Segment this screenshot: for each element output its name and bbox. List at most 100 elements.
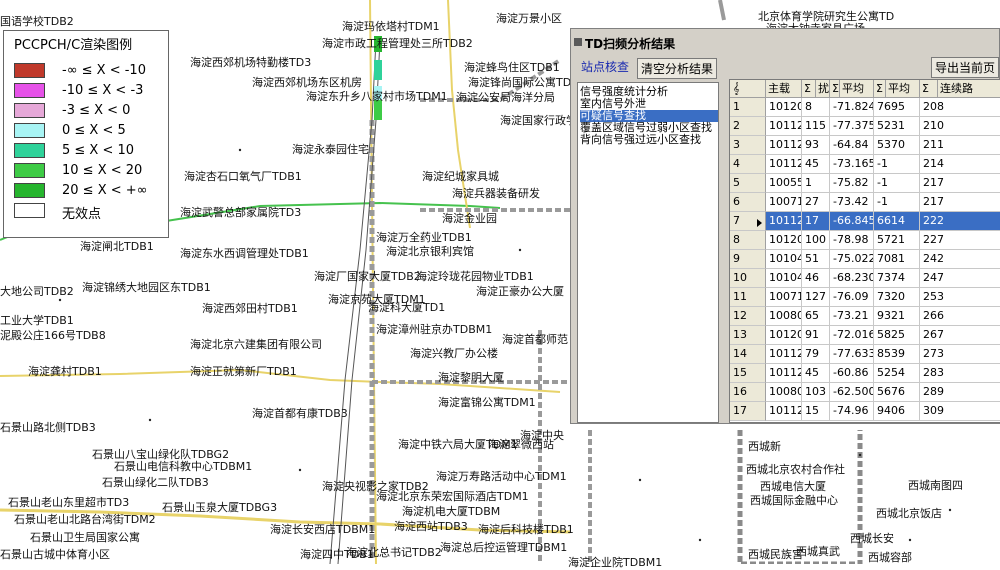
table-row[interactable]: 7 10112 17 -66.845 6614 222 xyxy=(730,212,1000,233)
grid-column-header[interactable]: Σ xyxy=(802,80,816,98)
table-cell: 214 xyxy=(920,155,1000,174)
table-cell: 93 xyxy=(802,136,830,155)
legend-label: -3 ≤ X < 0 xyxy=(62,103,131,118)
table-row[interactable]: 11 10071 127 -76.09 7320 253 xyxy=(730,288,1000,309)
export-page-button[interactable]: 导出当前页 xyxy=(931,57,1000,78)
map-site-label: 海淀西郊田村TDB1 xyxy=(202,302,298,315)
row-number: 9 xyxy=(730,250,766,269)
table-cell: 253 xyxy=(920,288,1000,307)
table-cell: 46 xyxy=(802,269,830,288)
grid-column-header[interactable]: Σ xyxy=(830,80,840,98)
grid-column-header[interactable]: 平均 xyxy=(886,80,920,98)
table-cell: 10055 xyxy=(766,174,802,193)
table-row[interactable]: 6 10071 27 -73.42 -1 217 xyxy=(730,193,1000,214)
td-scan-result-dialog[interactable]: TD扫频分析结果 站点核查 清空分析结果 导出当前页 信号强度统计分析 室内信号外… xyxy=(570,28,1000,424)
table-cell: 10071 xyxy=(766,288,802,307)
tab-site-check[interactable]: 站点核查 xyxy=(581,58,629,75)
table-cell: -72.016 xyxy=(830,326,874,345)
table-row[interactable]: 1 10120 8 -71.824 7695 208 xyxy=(730,98,1000,119)
table-cell: 17 xyxy=(802,212,830,231)
map-site-label: 海淀北京六建集团有限公司 xyxy=(190,338,322,351)
table-row[interactable]: 9 10104 51 -75.022 7081 242 xyxy=(730,250,1000,271)
table-row[interactable]: 4 10112 45 -73.165 -1 214 xyxy=(730,155,1000,176)
row-number: 2 xyxy=(730,117,766,136)
map-site-label: 西城容部 xyxy=(868,551,912,564)
dialog-titlebar[interactable]: TD扫频分析结果 xyxy=(571,29,999,56)
table-cell: 10104 xyxy=(766,269,802,288)
legend-item: 5 ≤ X < 10 xyxy=(14,142,164,160)
table-cell: 8539 xyxy=(874,345,920,364)
grid-column-header[interactable]: 平均 xyxy=(840,80,874,98)
row-number: 13 xyxy=(730,326,766,345)
map-site-label: 海淀锦绣大地园区东TDB1 xyxy=(82,281,211,294)
map-site-label: 海淀金业园 xyxy=(442,212,497,225)
row-number: 8 xyxy=(730,231,766,250)
table-row[interactable]: 17 10112 15 -74.96 9406 309 xyxy=(730,402,1000,422)
table-cell: 217 xyxy=(920,174,1000,193)
legend-label: 20 ≤ X < +∞ xyxy=(62,183,148,198)
legend-swatch xyxy=(14,103,45,118)
row-number: 12 xyxy=(730,307,766,326)
legend-item: 20 ≤ X < +∞ xyxy=(14,182,164,200)
grid-column-header[interactable]: Σ xyxy=(920,80,938,98)
table-cell: 127 xyxy=(802,288,830,307)
map-site-label: 西城南图四 xyxy=(908,479,963,492)
table-cell: 289 xyxy=(920,383,1000,402)
table-cell: 5825 xyxy=(874,326,920,345)
clear-results-button[interactable]: 清空分析结果 xyxy=(637,58,718,79)
map-site-label: 西城长安 xyxy=(850,532,894,545)
table-row[interactable]: 14 10112 79 -77.633 8539 273 xyxy=(730,345,1000,366)
table-row[interactable]: 2 10112 115 -77.375 5231 210 xyxy=(730,117,1000,138)
table-cell: 10112 xyxy=(766,364,802,383)
row-number: 3 xyxy=(730,136,766,155)
legend-item: -∞ ≤ X < -10 xyxy=(14,62,164,80)
analysis-list-item[interactable]: 背向信号强过远小区查找 xyxy=(580,134,718,146)
table-cell: 5721 xyxy=(874,231,920,250)
analysis-type-list[interactable]: 信号强度统计分析 室内信号外泄 可疑信号查找 覆盖区域信号过弱小区查找 背向信号强过远小… xyxy=(577,82,719,423)
grid-column-header[interactable]: 扰 xyxy=(816,80,830,98)
map-site-label: 海淀北总书记TDB2 xyxy=(346,546,442,559)
table-row[interactable]: 16 10080 103 -62.500 5676 289 xyxy=(730,383,1000,404)
row-number: 5 xyxy=(730,174,766,193)
map-site-label: 海淀兴教厂办公楼 xyxy=(410,347,498,360)
legend-swatch xyxy=(14,183,45,198)
table-row[interactable]: 5 10055 1 -75.82 -1 217 xyxy=(730,174,1000,195)
row-number: 16 xyxy=(730,383,766,402)
legend-swatch xyxy=(14,143,45,158)
map-site-label: 海淀东升乡八家村市场TDM1 xyxy=(306,90,448,103)
table-cell: 10071 xyxy=(766,193,802,212)
results-grid[interactable]: 𝄞 主载 Σ 扰 Σ 平均 Σ 平均 Σ 连续路 1 10120 8 -71.824 7695 208 2 10… xyxy=(729,79,1000,423)
table-cell: 27 xyxy=(802,193,830,212)
grid-column-header[interactable]: 主载 xyxy=(766,80,802,98)
table-cell: 5676 xyxy=(874,383,920,402)
table-cell: -73.21 xyxy=(830,307,874,326)
map-site-label: 海淀富锦公寓TDM1 xyxy=(438,396,536,409)
row-number: 1 xyxy=(730,98,766,117)
table-row[interactable]: 13 10120 91 -72.016 5825 267 xyxy=(730,326,1000,347)
table-row[interactable]: 10 10104 46 -68.230 7374 247 xyxy=(730,269,1000,290)
table-cell: 5254 xyxy=(874,364,920,383)
table-row[interactable]: 12 10080 65 -73.21 9321 266 xyxy=(730,307,1000,328)
table-cell: 15 xyxy=(802,402,830,421)
table-cell: 45 xyxy=(802,364,830,383)
table-cell: -75.82 xyxy=(830,174,874,193)
legend-item: -3 ≤ X < 0 xyxy=(14,102,164,120)
grid-corner-icon[interactable]: 𝄞 xyxy=(730,80,766,98)
table-row[interactable]: 3 10112 93 -64.84 5370 211 xyxy=(730,136,1000,157)
grid-column-header[interactable]: 连续路 xyxy=(938,80,1000,98)
table-row[interactable]: 8 10120 100 -78.98 5721 227 xyxy=(730,231,1000,252)
map-site-label: 海淀东水西调管理处TDB1 xyxy=(180,247,309,260)
table-cell: 10112 xyxy=(766,212,802,231)
map-site-label: 石景山路北侧TDB3 xyxy=(0,421,96,434)
map-site-label: 海淀蜂鸟住区TDB1 xyxy=(464,61,560,74)
map-site-label: 海淀翠微西站 xyxy=(488,438,554,451)
table-cell: 5231 xyxy=(874,117,920,136)
row-number: 10 xyxy=(730,269,766,288)
grid-column-header[interactable]: Σ xyxy=(874,80,886,98)
map-site-label: 海淀万寿路活动中心TDM1 xyxy=(436,470,567,483)
legend-label: -∞ ≤ X < -10 xyxy=(62,63,146,78)
table-cell: 227 xyxy=(920,231,1000,250)
table-row[interactable]: 15 10112 45 -60.86 5254 283 xyxy=(730,364,1000,385)
table-cell: 211 xyxy=(920,136,1000,155)
map-site-label: 海淀龚村TDB1 xyxy=(28,365,102,378)
